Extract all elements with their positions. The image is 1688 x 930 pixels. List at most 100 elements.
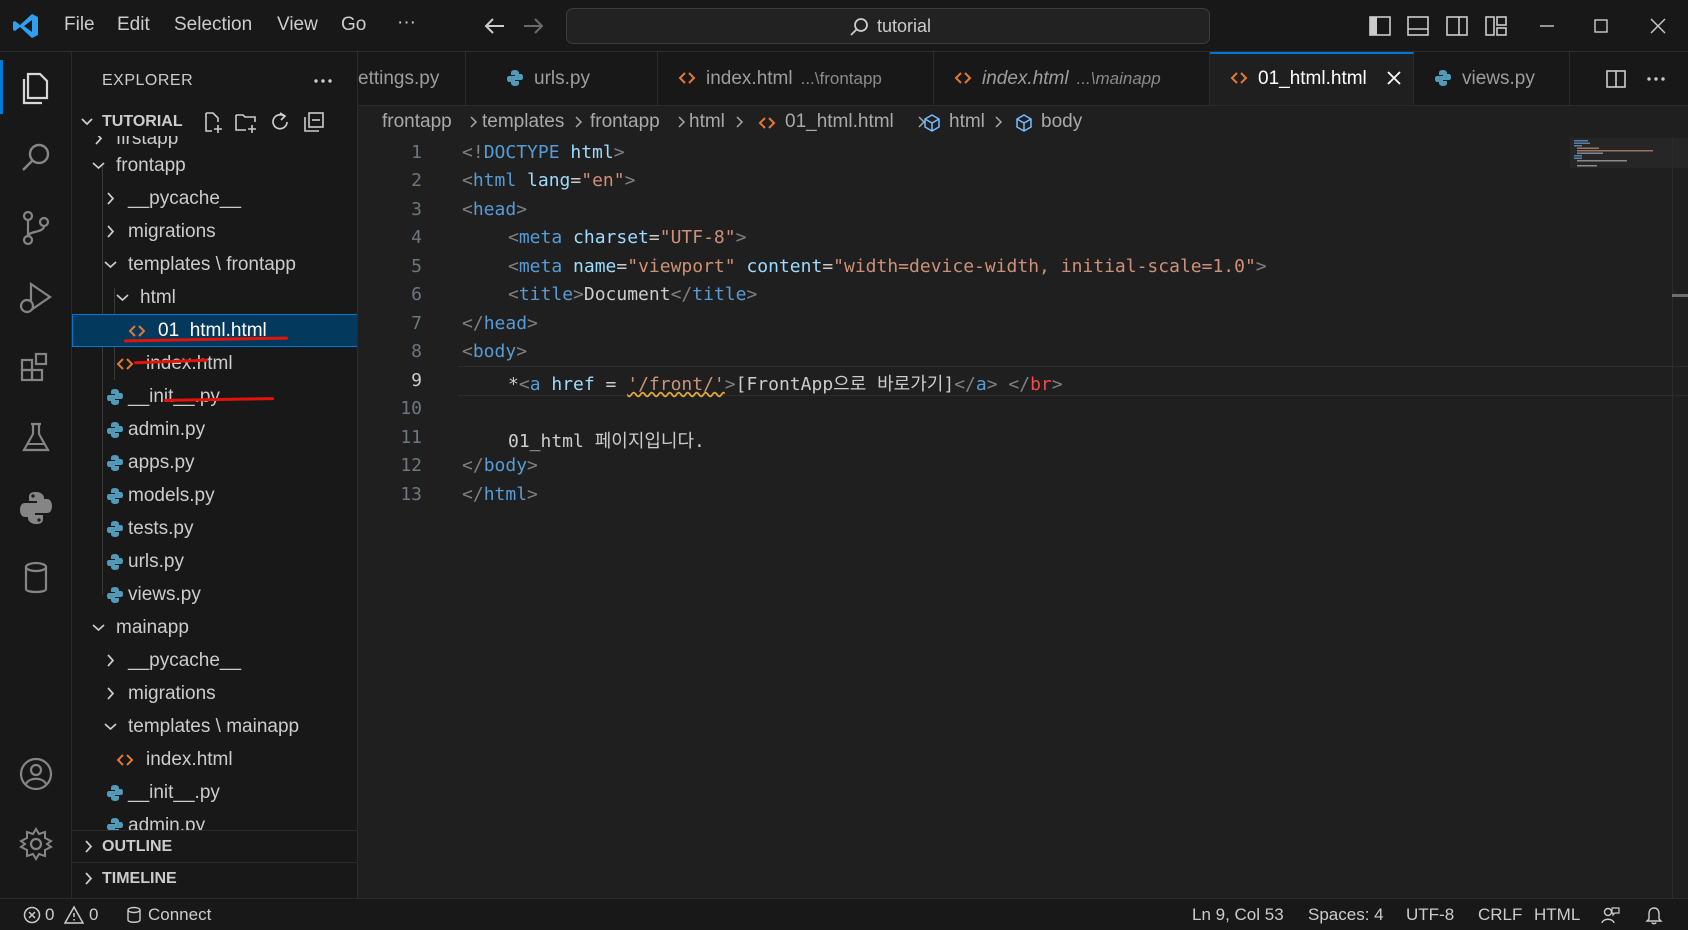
python-file-icon [107, 554, 123, 570]
run-and-debug-icon[interactable] [14, 276, 58, 320]
database-connect-icon[interactable] [124, 905, 144, 925]
tree-folder-frontapp[interactable]: frontapp [72, 149, 357, 182]
tree-file-init-py[interactable]: __init__.py [72, 380, 357, 413]
breadcrumb-item[interactable]: frontapp [590, 111, 660, 133]
toggle-panel-icon[interactable] [1405, 13, 1431, 39]
outline-section-header[interactable]: OUTLINE [72, 830, 357, 862]
breadcrumb-item[interactable]: frontapp [382, 111, 452, 133]
tree-file-admin-py[interactable]: admin.py [72, 809, 357, 830]
extensions-icon[interactable] [14, 346, 58, 390]
vertical-scrollbar[interactable] [1672, 138, 1688, 898]
tab-settings-py[interactable]: ettings.py [358, 52, 466, 105]
toggle-secondary-sidebar-icon[interactable] [1444, 13, 1470, 39]
menu-go[interactable]: Go [341, 14, 366, 36]
tree-label: views.py [128, 584, 201, 605]
warning-icon[interactable] [64, 905, 84, 925]
tree-file-views-py[interactable]: views.py [72, 578, 357, 611]
tree-label: mainapp [116, 617, 189, 638]
tab-index-html-frontapp[interactable]: index.html ...\frontapp [658, 52, 934, 105]
database-icon[interactable] [14, 556, 58, 600]
tree-file-init-py[interactable]: __init__.py [72, 776, 357, 809]
tree-label: html [140, 287, 176, 308]
back-arrow-icon[interactable] [482, 13, 508, 39]
search-view-icon[interactable] [14, 136, 58, 180]
tree-file-index-html[interactable]: index.html [72, 743, 357, 776]
language-mode[interactable]: HTML [1534, 905, 1580, 925]
maximize-icon[interactable] [1588, 13, 1614, 39]
settings-gear-icon[interactable] [14, 822, 58, 866]
python-file-icon [1435, 70, 1451, 86]
chevron-down-icon [116, 294, 129, 302]
tab-index-html-mainapp[interactable]: index.html ...\mainapp [934, 52, 1210, 105]
encoding[interactable]: UTF-8 [1406, 905, 1454, 925]
tree-folder-html[interactable]: html [72, 281, 357, 314]
menu-more[interactable]: ··· [397, 12, 416, 34]
tree-file-models-py[interactable]: models.py [72, 479, 357, 512]
testing-flask-icon[interactable] [14, 416, 58, 460]
accounts-icon[interactable] [14, 752, 58, 796]
tree-folder-mainapp[interactable]: mainapp [72, 611, 357, 644]
python-icon[interactable] [14, 486, 58, 530]
breadcrumb-item[interactable]: html [949, 111, 985, 133]
minimize-icon[interactable] [1534, 13, 1560, 39]
vscode-logo-icon [13, 14, 38, 38]
timeline-section-header[interactable]: TIMELINE [72, 862, 357, 894]
tab-label: index.html ...\frontapp [706, 68, 882, 89]
end-of-line[interactable]: CRLF [1478, 905, 1522, 925]
error-count[interactable]: 0 [45, 905, 54, 925]
split-editor-icon[interactable] [1604, 67, 1628, 91]
error-icon[interactable] [22, 905, 42, 925]
minimap[interactable] [1570, 138, 1688, 198]
new-file-icon[interactable] [200, 110, 224, 134]
menu-view[interactable]: View [277, 14, 318, 36]
tree-folder-migrations[interactable]: migrations [72, 215, 357, 248]
notifications-bell-icon[interactable] [1644, 905, 1664, 925]
breadcrumb-item[interactable]: body [1041, 111, 1082, 133]
python-file-icon [507, 70, 523, 86]
breadcrumb-item[interactable]: 01_html.html [785, 111, 894, 133]
close-tab-icon[interactable] [1384, 68, 1404, 88]
explorer-icon[interactable] [14, 66, 58, 110]
feedback-icon[interactable] [1600, 905, 1620, 925]
tree-file-01-html[interactable]: 01_html.html [72, 314, 357, 347]
tree-label: frontapp [116, 155, 186, 176]
tree-folder-templates-mainapp[interactable]: templates \ mainapp [72, 710, 357, 743]
tree-file-admin-py[interactable]: admin.py [72, 413, 357, 446]
tree-file-apps-py[interactable]: apps.py [72, 446, 357, 479]
line-number: 2 [411, 170, 422, 191]
indentation[interactable]: Spaces: 4 [1308, 905, 1384, 925]
tab-urls-py[interactable]: urls.py [466, 52, 658, 105]
refresh-icon[interactable] [268, 110, 292, 134]
collapse-all-icon[interactable] [302, 110, 326, 134]
tab-01-html-active[interactable]: 01_html.html [1210, 52, 1414, 105]
connect-label[interactable]: Connect [148, 905, 211, 925]
editor-more-actions-icon[interactable] [1644, 67, 1668, 91]
forward-arrow-icon[interactable] [520, 13, 546, 39]
tab-views-py[interactable]: views.py [1414, 52, 1570, 105]
line-number: 11 [400, 427, 422, 448]
breadcrumb-item[interactable]: html [689, 111, 725, 133]
command-center-search[interactable]: tutorial [566, 8, 1210, 44]
menu-selection[interactable]: Selection [174, 14, 252, 36]
toggle-primary-sidebar-icon[interactable] [1367, 13, 1393, 39]
tree-folder-migrations[interactable]: migrations [72, 677, 357, 710]
menu-file[interactable]: File [64, 14, 95, 36]
code-editor[interactable]: 1 2 3 4 5 6 7 8 9 10 11 12 13 <!DOCTYPE … [358, 138, 1688, 898]
tree-folder-pycache[interactable]: __pycache__ [72, 182, 357, 215]
menu-edit[interactable]: Edit [117, 14, 150, 36]
tree-file-index-html[interactable]: index.html [72, 347, 357, 380]
warning-count[interactable]: 0 [89, 905, 98, 925]
more-actions-icon[interactable] [310, 68, 336, 94]
tree-file-tests-py[interactable]: tests.py [72, 512, 357, 545]
new-folder-icon[interactable] [234, 110, 258, 134]
tree-file-urls-py[interactable]: urls.py [72, 545, 357, 578]
customize-layout-icon[interactable] [1483, 13, 1509, 39]
workspace-section-header[interactable]: TUTORIAL [72, 106, 357, 136]
breadcrumb-item[interactable]: templates [482, 111, 564, 133]
cursor-position[interactable]: Ln 9, Col 53 [1192, 905, 1284, 925]
source-control-icon[interactable] [14, 206, 58, 250]
close-window-icon[interactable] [1645, 13, 1671, 39]
tree-folder-pycache[interactable]: __pycache__ [72, 644, 357, 677]
code-line: </html> [462, 484, 538, 505]
tree-folder-templates-frontapp[interactable]: templates \ frontapp [72, 248, 357, 281]
